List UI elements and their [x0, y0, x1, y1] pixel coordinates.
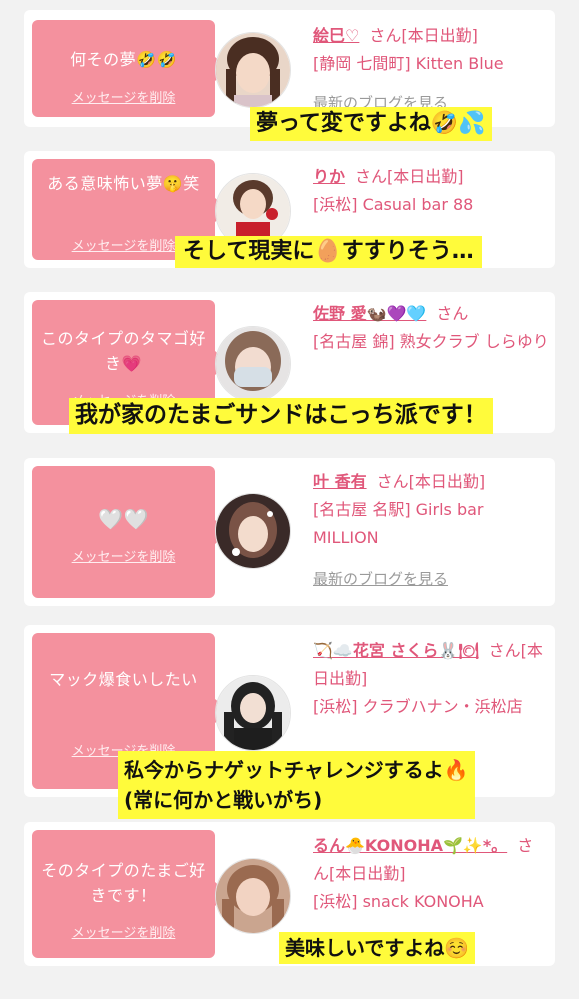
- blog-link[interactable]: 最新のブログを見る: [313, 568, 448, 589]
- location-text: [名古屋 錦] 熟女クラブ しらゆり: [313, 332, 549, 351]
- caption-overlay: 我が家のたまごサンドはこっち派です！: [69, 398, 493, 434]
- caption-overlay: 夢って変ですよね🤣💦: [250, 107, 492, 142]
- honorific: さん: [436, 304, 469, 323]
- caption-line: 私今からナゲットチャレンジするよ🔥: [124, 758, 469, 782]
- location-text: [浜松] クラブハナン・浜松店: [313, 697, 523, 716]
- message-text: 🤍🤍: [98, 507, 149, 531]
- delete-message-link[interactable]: メッセージを削除: [32, 546, 215, 565]
- cast-info: りか さん[本日出勤] [浜松] Casual bar 88: [313, 163, 549, 219]
- message-text: ある意味怖い夢🤫笑: [47, 174, 200, 193]
- status-text: [本日出勤]: [401, 26, 478, 45]
- message-bubble: そのタイプのたまご好きです！ メッセージを削除: [32, 830, 229, 958]
- delete-message-link[interactable]: メッセージを削除: [32, 922, 215, 941]
- honorific: さん: [355, 167, 388, 186]
- cast-name-link[interactable]: りか: [313, 167, 345, 186]
- avatar[interactable]: [215, 675, 291, 751]
- location-text: [浜松] snack KONOHA: [313, 892, 484, 911]
- cast-info: 🏹☁️花宮 さくら🐰🍽 さん[本日出勤] [浜松] クラブハナン・浜松店: [313, 637, 549, 721]
- avatar[interactable]: [215, 326, 291, 402]
- message-bubble: 何その夢🤣🤣 メッセージを削除: [32, 20, 229, 117]
- status-text: [本日出勤]: [408, 472, 486, 491]
- honorific: さん: [376, 472, 409, 491]
- status-text: [本日出勤]: [387, 167, 464, 186]
- message-text: そのタイプのたまご好きです！: [41, 861, 206, 905]
- avatar[interactable]: [215, 32, 291, 108]
- cast-info: 絵巳♡ さん[本日出勤] [静岡 七間町] Kitten Blue: [313, 22, 549, 78]
- status-text: [本日出勤]: [329, 864, 406, 883]
- caption-overlay: 私今からナゲットチャレンジするよ🔥 (常に何かと戦いがち): [118, 751, 475, 819]
- avatar[interactable]: [215, 493, 291, 569]
- message-bubble: 🤍🤍 メッセージを削除: [32, 466, 229, 598]
- location-text: [静岡 七間町] Kitten Blue: [313, 54, 504, 73]
- message-text: 何その夢🤣🤣: [70, 50, 177, 69]
- cast-name-link[interactable]: 叶 香有: [313, 472, 367, 491]
- cast-info: 叶 香有 さん[本日出勤] [名古屋 名駅] Girls bar MILLION: [313, 468, 549, 552]
- delete-message-link[interactable]: メッセージを削除: [32, 87, 215, 106]
- caption-overlay: そして現実に🥚すすりそう…: [175, 236, 482, 269]
- message-text: マック爆食いしたい: [49, 670, 198, 689]
- message-text: このタイプのタマゴ好き💗: [40, 329, 206, 373]
- cast-info: 佐野 愛🦦💜🩵 さん [名古屋 錦] 熟女クラブ しらゆり: [313, 300, 549, 356]
- caption-line: (常に何かと戦いがち): [124, 788, 323, 812]
- message-card: 🤍🤍 メッセージを削除 叶 香有 さん[本日出勤] [名古屋 名駅] Girls …: [24, 458, 555, 606]
- cast-info: るん🐣KONOHA🌱✨*。 さん[本日出勤] [浜松] snack KONOHA: [313, 832, 549, 916]
- avatar[interactable]: [215, 858, 291, 934]
- honorific: さん: [488, 641, 521, 660]
- cast-name-link[interactable]: るん🐣KONOHA🌱✨*。: [313, 836, 507, 855]
- honorific: さん: [369, 26, 402, 45]
- caption-overlay: 美味しいですよね☺️: [279, 932, 476, 964]
- location-text: [名古屋 名駅] Girls bar MILLION: [313, 500, 484, 547]
- cast-name-link[interactable]: 絵巳♡: [313, 26, 359, 45]
- cast-name-link[interactable]: 佐野 愛🦦💜🩵: [313, 304, 426, 323]
- location-text: [浜松] Casual bar 88: [313, 195, 474, 214]
- cast-name-link[interactable]: 🏹☁️花宮 さくら🐰🍽: [313, 641, 479, 660]
